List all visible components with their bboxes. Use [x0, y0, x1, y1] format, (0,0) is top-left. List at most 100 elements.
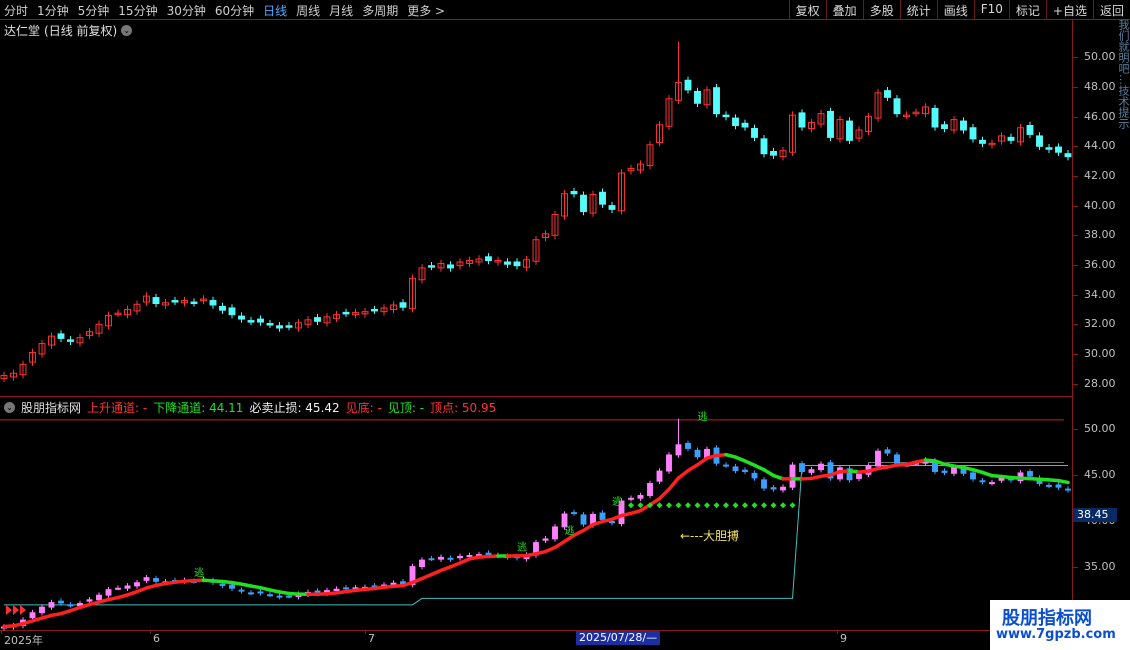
- main-axis-label-4: 42.00: [1084, 168, 1116, 182]
- bold-buy-annotation: ←---大胆搏: [680, 529, 739, 543]
- sub-candle: [761, 479, 767, 489]
- sub-candle: [875, 450, 881, 467]
- escape-marker: 逃: [194, 566, 204, 579]
- main-candle: [608, 205, 616, 210]
- sub-candle: [143, 577, 150, 581]
- main-axis-label-11: 28.00: [1084, 376, 1116, 390]
- sub-axis-label-0: 50.00: [1084, 421, 1116, 435]
- main-candle: [893, 98, 901, 115]
- main-candle: [1007, 136, 1015, 141]
- support-diamond: [789, 502, 796, 509]
- main-candle: [266, 323, 274, 326]
- support-diamond: [685, 502, 691, 509]
- support-diamond: [723, 502, 729, 509]
- main-candle: [342, 311, 350, 315]
- sub-candle: [979, 480, 986, 483]
- side-label-strip: 我们就明吧…技术提示: [1117, 19, 1130, 399]
- sub-candle: [675, 444, 682, 456]
- main-candle: [846, 120, 853, 141]
- escape-marker: 逃: [698, 410, 708, 423]
- main-candle: [219, 305, 226, 311]
- sub-candle: [789, 464, 796, 488]
- main-candle: [171, 300, 179, 303]
- sub-candle: [799, 463, 805, 472]
- selected-date: 2025/07/28/—: [576, 631, 661, 645]
- time-axis-label-2: 7: [368, 632, 375, 645]
- sub-candle: [248, 592, 254, 595]
- main-candle: [599, 191, 606, 205]
- main-candle: [504, 261, 511, 265]
- sub-candle: [229, 584, 235, 589]
- sub-candle: [1065, 488, 1071, 491]
- main-candle: [1036, 135, 1043, 147]
- main-candle: [485, 256, 492, 261]
- sub-candle: [447, 557, 454, 560]
- main-axis-tick-3: [1073, 146, 1078, 148]
- support-diamond: [694, 502, 701, 509]
- sub-axis-tick-1: [1073, 474, 1078, 476]
- main-axis-tick-7: [1073, 264, 1078, 266]
- sub-candle: [732, 466, 739, 472]
- support-diamond: [675, 502, 682, 509]
- side-labels: 我们就明吧…技术提示: [1117, 19, 1130, 129]
- main-axis-label-2: 46.00: [1084, 109, 1116, 123]
- support-diamond: [732, 502, 739, 509]
- main-axis-label-9: 32.00: [1084, 317, 1116, 331]
- buy-arrow: [6, 605, 12, 615]
- sub-axis-label-3: 35.00: [1084, 560, 1116, 574]
- main-candle: [399, 302, 407, 308]
- sub-candle: [694, 449, 701, 458]
- sub-candle: [29, 612, 36, 619]
- main-candle: [228, 307, 236, 316]
- sub-candle: [48, 602, 55, 608]
- main-axis-label-0: 50.00: [1084, 50, 1116, 64]
- candlestick-chart[interactable]: 逃逃逃逃逃←---大胆搏: [0, 0, 1072, 631]
- main-candle: [209, 300, 217, 306]
- main-candle: [257, 318, 264, 323]
- main-candle: [979, 139, 986, 144]
- toolbar-button-8[interactable]: 返回: [1092, 0, 1130, 19]
- sub-candle: [970, 472, 976, 480]
- main-candle: [570, 191, 578, 195]
- main-candle: [931, 107, 939, 128]
- main-candle: [580, 194, 587, 213]
- sub-candle: [438, 556, 444, 560]
- main-candle: [371, 308, 378, 312]
- sub-candle: [723, 464, 729, 467]
- watermark: 股朋指标网 www.7gpzb.com: [990, 600, 1130, 650]
- main-axis-tick-0: [1073, 57, 1078, 59]
- support-diamond: [628, 502, 634, 509]
- main-candle: [960, 120, 967, 131]
- main-candle: [827, 110, 834, 138]
- sub-candle: [1055, 484, 1062, 488]
- sub-candle: [286, 595, 292, 598]
- support-diamond: [761, 502, 767, 509]
- sub-candle: [580, 514, 587, 525]
- main-candle: [276, 325, 283, 329]
- buy-arrow: [20, 605, 26, 615]
- time-axis-label-0: 2025年: [4, 634, 43, 647]
- sub-axis-label-1: 45.00: [1084, 467, 1116, 481]
- main-candle: [314, 317, 321, 322]
- support-diamond: [713, 502, 720, 509]
- main-axis-tick-5: [1073, 205, 1078, 207]
- sub-candle: [770, 487, 777, 490]
- sub-candle: [884, 449, 891, 454]
- main-candle: [969, 127, 977, 140]
- main-candle: [713, 87, 720, 115]
- support-diamond: [637, 502, 644, 509]
- sub-candle: [1027, 471, 1033, 477]
- sub-candle: [666, 454, 672, 472]
- main-candle: [741, 122, 749, 128]
- escape-marker: 逃: [565, 524, 575, 537]
- main-candle: [694, 90, 701, 104]
- current-price-tag: 38.45: [1073, 508, 1117, 522]
- sub-candle: [96, 594, 102, 601]
- trend-segment: [657, 487, 671, 501]
- sub-candle: [1046, 484, 1052, 487]
- main-axis-label-10: 30.00: [1084, 346, 1116, 360]
- sub-candle: [751, 472, 758, 479]
- sub-candle: [115, 587, 121, 590]
- main-candle: [770, 150, 777, 156]
- escape-marker: 逃: [517, 540, 527, 553]
